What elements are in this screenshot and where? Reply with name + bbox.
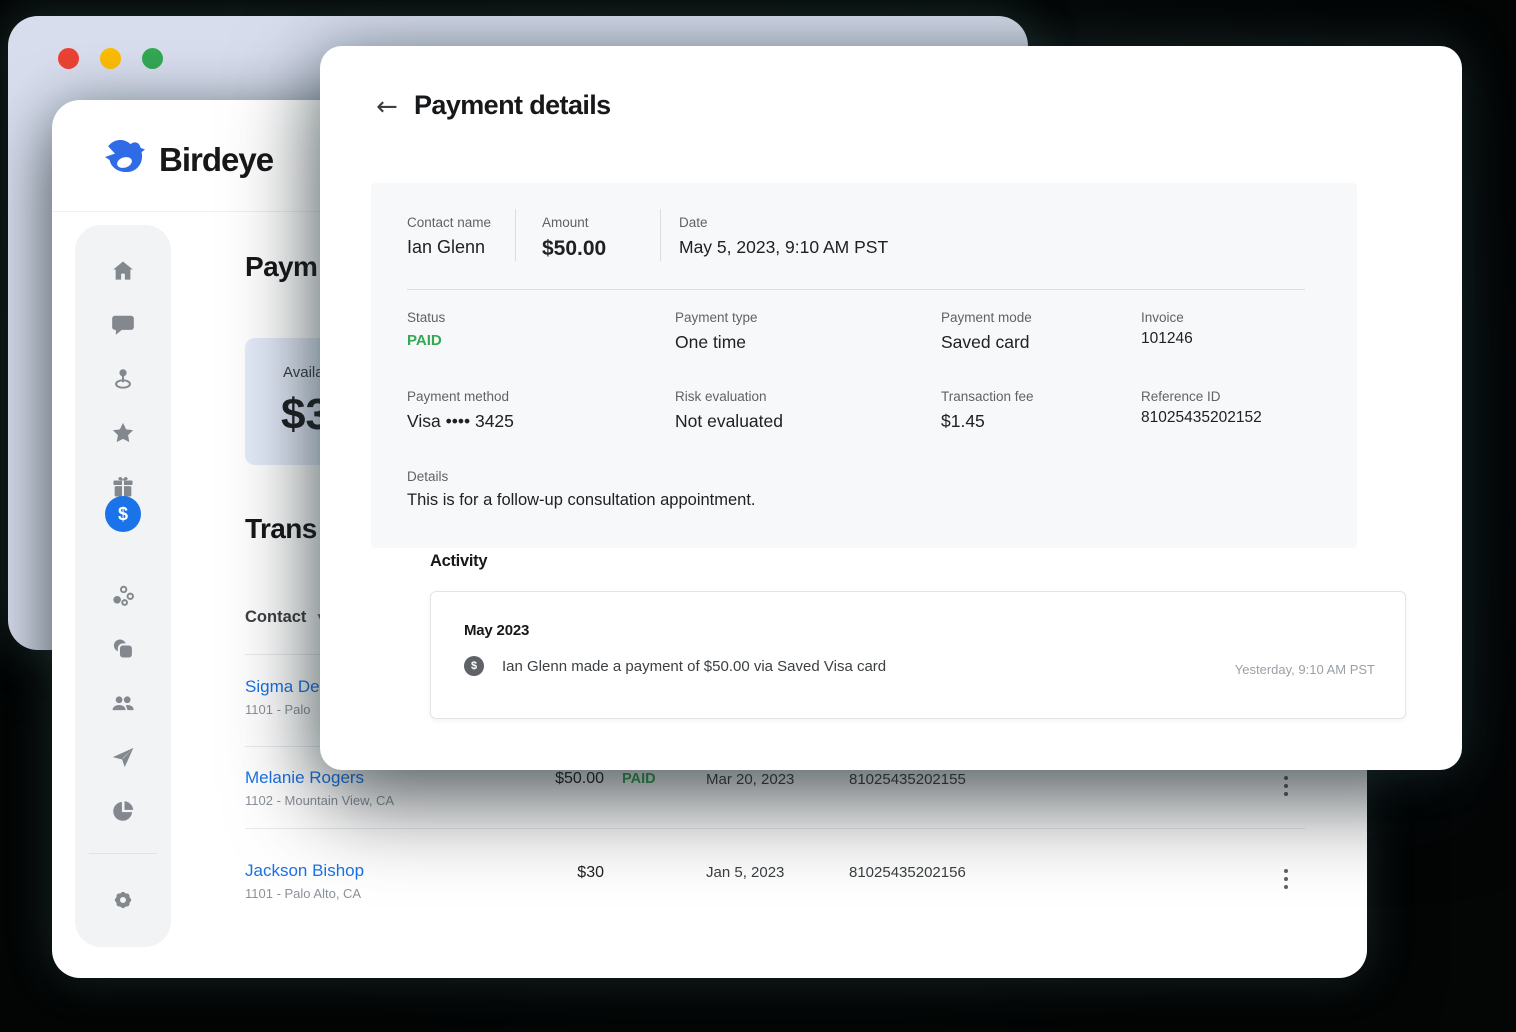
pie-chart-icon[interactable] bbox=[110, 798, 136, 824]
summary-amount: Amount $50.00 bbox=[515, 209, 660, 261]
payment-dollar-icon: $ bbox=[464, 656, 484, 676]
field-label: Payment type bbox=[675, 310, 758, 325]
window-controls bbox=[58, 48, 163, 69]
date-cell: Mar 20, 2023 bbox=[706, 771, 794, 788]
field-label: Details bbox=[407, 469, 756, 484]
contact-sub: 1101 - Palo Alto, CA bbox=[245, 886, 361, 901]
status-badge: PAID bbox=[407, 332, 445, 349]
reference-cell: 81025435202155 bbox=[849, 771, 966, 788]
field-label: Status bbox=[407, 310, 445, 325]
payment-mode-field: Payment mode Saved card bbox=[941, 310, 1032, 353]
sidebar-divider bbox=[89, 853, 157, 854]
minimize-window-button[interactable] bbox=[100, 48, 121, 69]
reference-id-field: Reference ID 81025435202152 bbox=[1141, 389, 1262, 427]
field-label: Payment method bbox=[407, 389, 514, 404]
summary-contact: Contact name Ian Glenn bbox=[371, 209, 515, 261]
contact-sub: 1101 - Palo bbox=[245, 702, 311, 717]
field-label: Payment mode bbox=[941, 310, 1032, 325]
page-title: Paym bbox=[245, 251, 317, 283]
details-field: Details This is for a follow-up consulta… bbox=[407, 469, 756, 510]
payment-method-field: Payment method Visa •••• 3425 bbox=[407, 389, 514, 432]
payment-summary-panel: Contact name Ian Glenn Amount $50.00 Dat… bbox=[371, 183, 1357, 548]
field-label: Contact name bbox=[407, 215, 515, 230]
modal-title: Payment details bbox=[414, 90, 611, 121]
activity-heading: Activity bbox=[430, 552, 487, 571]
panel-divider bbox=[407, 289, 1305, 290]
transactions-title: Trans bbox=[245, 513, 317, 545]
birdeye-logo[interactable]: Birdeye bbox=[102, 136, 273, 183]
contact-link[interactable]: Melanie Rogers bbox=[245, 768, 364, 788]
settings-gear-icon[interactable] bbox=[110, 887, 136, 913]
invoice-field: Invoice 101246 bbox=[1141, 310, 1193, 348]
send-icon[interactable] bbox=[110, 744, 136, 770]
kebab-menu-button[interactable] bbox=[1280, 865, 1292, 893]
field-value: May 5, 2023, 9:10 AM PST bbox=[679, 237, 888, 258]
summary-date: Date May 5, 2023, 9:10 AM PST bbox=[660, 209, 888, 261]
contact-header-label: Contact bbox=[245, 608, 306, 627]
field-label: Amount bbox=[542, 215, 660, 230]
people-icon[interactable] bbox=[110, 690, 136, 716]
balance-label: Availa bbox=[283, 364, 324, 381]
field-label: Reference ID bbox=[1141, 389, 1262, 404]
field-value: Saved card bbox=[941, 332, 1032, 353]
zoom-window-button[interactable] bbox=[142, 48, 163, 69]
close-window-button[interactable] bbox=[58, 48, 79, 69]
amount-cell: $50.00 bbox=[480, 770, 604, 788]
field-value: Visa •••• 3425 bbox=[407, 411, 514, 432]
kebab-menu-button[interactable] bbox=[1280, 772, 1292, 800]
payment-details-modal: ← Payment details Contact name Ian Glenn… bbox=[320, 46, 1462, 770]
field-value: Ian Glenn bbox=[407, 237, 515, 258]
contact-column-header[interactable]: Contact ▼ bbox=[245, 608, 325, 627]
table-divider bbox=[245, 828, 1305, 829]
activity-card: May 2023 $ Ian Glenn made a payment of $… bbox=[430, 591, 1406, 719]
field-value: 101246 bbox=[1141, 330, 1193, 348]
date-cell: Jan 5, 2023 bbox=[706, 864, 784, 881]
pages-icon[interactable] bbox=[110, 636, 136, 662]
sidebar-nav: $ bbox=[75, 225, 171, 947]
contact-sub: 1102 - Mountain View, CA bbox=[245, 793, 394, 808]
activity-event-row: $ Ian Glenn made a payment of $50.00 via… bbox=[464, 656, 886, 676]
screenshot-stage: Birdeye $ bbox=[0, 0, 1516, 1032]
birdeye-bird-icon bbox=[102, 136, 148, 183]
field-value: Not evaluated bbox=[675, 411, 783, 432]
field-label: Date bbox=[679, 215, 888, 230]
reference-cell: 81025435202156 bbox=[849, 864, 966, 881]
payment-type-field: Payment type One time bbox=[675, 310, 758, 353]
field-label: Invoice bbox=[1141, 310, 1193, 325]
star-icon[interactable] bbox=[110, 420, 136, 446]
contact-link[interactable]: Sigma De bbox=[245, 677, 320, 697]
status-field: Status PAID bbox=[407, 310, 445, 349]
activity-month: May 2023 bbox=[464, 622, 529, 639]
payments-dollar-icon[interactable]: $ bbox=[105, 496, 141, 532]
social-bubbles-icon[interactable] bbox=[110, 582, 136, 608]
back-arrow-icon[interactable]: ← bbox=[376, 94, 398, 120]
field-value: $50.00 bbox=[542, 237, 660, 261]
home-icon[interactable] bbox=[110, 258, 136, 284]
transaction-fee-field: Transaction fee $1.45 bbox=[941, 389, 1034, 432]
location-pin-icon[interactable] bbox=[110, 366, 136, 392]
brand-name: Birdeye bbox=[159, 141, 273, 179]
field-value: $1.45 bbox=[941, 411, 1034, 432]
contact-link[interactable]: Jackson Bishop bbox=[245, 861, 364, 881]
activity-timestamp: Yesterday, 9:10 AM PST bbox=[1235, 662, 1375, 677]
chat-icon[interactable] bbox=[110, 312, 136, 338]
field-label: Transaction fee bbox=[941, 389, 1034, 404]
risk-evaluation-field: Risk evaluation Not evaluated bbox=[675, 389, 783, 432]
field-label: Risk evaluation bbox=[675, 389, 783, 404]
amount-cell: $30 bbox=[480, 864, 604, 882]
field-value: One time bbox=[675, 332, 758, 353]
activity-event-text: Ian Glenn made a payment of $50.00 via S… bbox=[502, 658, 886, 675]
summary-row: Contact name Ian Glenn Amount $50.00 Dat… bbox=[371, 209, 888, 261]
details-text: This is for a follow-up consultation app… bbox=[407, 491, 756, 510]
field-value: 81025435202152 bbox=[1141, 409, 1262, 427]
status-badge: PAID bbox=[622, 771, 656, 787]
